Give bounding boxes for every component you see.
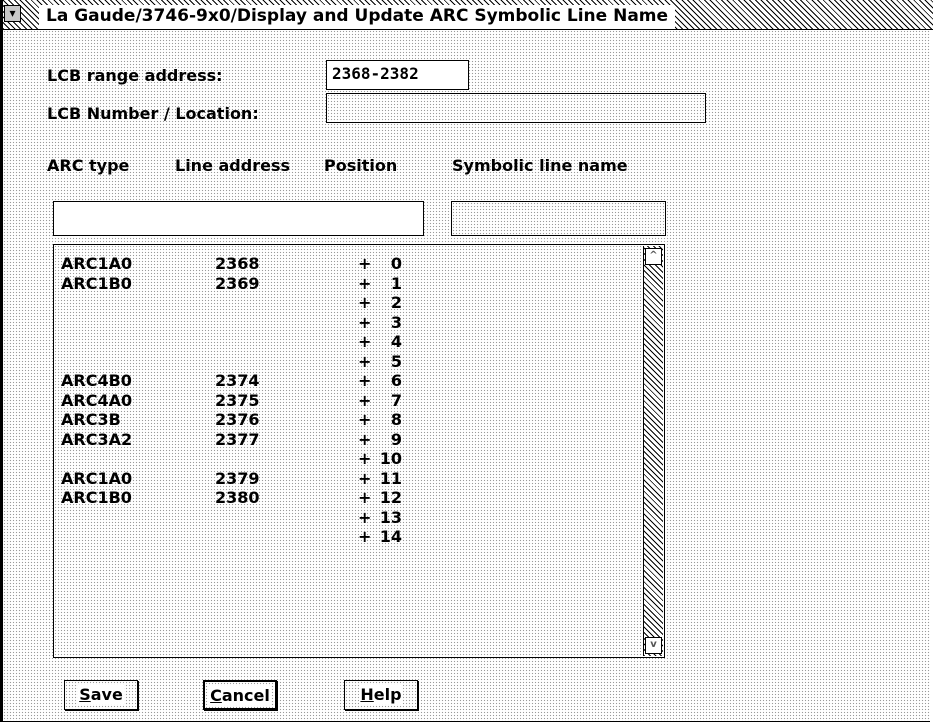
position-cell: 6 xyxy=(390,371,402,390)
line-address-cell: 2377 xyxy=(215,429,260,449)
help-button[interactable]: Help xyxy=(344,680,418,710)
scroll-up-icon[interactable]: ^ xyxy=(645,248,662,265)
column-header-symbolic-name: Symbolic line name xyxy=(452,156,628,175)
vertical-scrollbar[interactable]: ^ v xyxy=(643,246,663,656)
lcb-number-label: LCB Number / Location: xyxy=(47,104,259,123)
arc-type-cell: ARC1B0 xyxy=(61,488,132,507)
arc-type-cell: ARC1A0 xyxy=(61,468,133,488)
position-cell: 5 xyxy=(390,351,402,371)
arc-type-cell: ARC4A0 xyxy=(61,390,133,410)
position-cell: 8 xyxy=(390,410,402,429)
position-cell: 3 xyxy=(390,312,402,332)
line-address-cell: 2375 xyxy=(215,390,260,410)
scroll-down-icon[interactable]: v xyxy=(645,637,662,654)
save-button[interactable]: Save xyxy=(64,680,138,710)
line-address-cell: 2376 xyxy=(215,410,260,429)
symbolic-line-name-input[interactable] xyxy=(451,201,666,236)
arc-type-cell: ARC1B0 xyxy=(61,273,132,293)
list-item[interactable]: +13 xyxy=(57,508,637,528)
window-bottom-border xyxy=(0,721,930,722)
help-label: elp xyxy=(373,685,402,704)
list-item[interactable]: ARC1B0 2369 +1 xyxy=(57,274,637,294)
column-header-arc-type: ARC type xyxy=(47,156,130,175)
list-item[interactable]: +4 xyxy=(57,332,637,352)
list-item[interactable]: +5 xyxy=(57,352,637,372)
save-mnemonic: S xyxy=(79,685,91,704)
position-cell: 10 xyxy=(379,449,402,468)
position-cell: 2 xyxy=(390,293,402,312)
position-cell: 12 xyxy=(379,488,402,507)
column-header-line-address: Line address xyxy=(175,156,290,175)
lcb-range-field: 2368-2382 xyxy=(326,60,469,90)
position-cell: 9 xyxy=(390,429,402,449)
line-address-cell: 2374 xyxy=(215,371,260,390)
line-address-cell: 2368 xyxy=(215,254,260,273)
cancel-mnemonic: C xyxy=(210,686,222,705)
list-item[interactable]: ARC4B0 2374 +6 xyxy=(57,371,637,391)
position-cell: 14 xyxy=(379,527,402,546)
position-cell: 4 xyxy=(390,332,402,351)
title-bar[interactable]: ▾ La Gaude/3746-9x0/Display and Update A… xyxy=(3,0,933,30)
selected-line-input[interactable] xyxy=(53,201,424,236)
list-item[interactable]: ARC3A2 2377 +9 xyxy=(57,430,637,450)
lcb-range-label: LCB range address: xyxy=(47,66,223,85)
position-cell: 7 xyxy=(390,390,402,410)
system-menu-icon[interactable]: ▾ xyxy=(4,5,21,22)
save-label: ave xyxy=(90,685,123,704)
lcb-number-field[interactable] xyxy=(326,93,706,123)
list-item[interactable]: +2 xyxy=(57,293,637,313)
column-header-position: Position xyxy=(324,156,398,175)
cancel-button[interactable]: Cancel xyxy=(203,680,277,710)
list-item[interactable]: ARC1A0 2368 +0 xyxy=(57,254,637,274)
list-item[interactable]: +14 xyxy=(57,527,637,547)
line-address-cell: 2369 xyxy=(215,273,260,293)
list-item[interactable]: ARC4A0 2375 +7 xyxy=(57,391,637,411)
line-address-cell: 2380 xyxy=(215,488,260,507)
help-mnemonic: H xyxy=(360,685,374,704)
list-item[interactable]: ARC3B 2376 +8 xyxy=(57,410,637,430)
list-item[interactable]: +10 xyxy=(57,449,637,469)
position-cell: 11 xyxy=(379,468,402,488)
position-cell: 13 xyxy=(379,507,402,527)
arc-type-cell: ARC4B0 xyxy=(61,371,132,390)
position-cell: 0 xyxy=(390,254,402,273)
arc-type-cell: ARC3A2 xyxy=(61,429,133,449)
list-item[interactable]: ARC1A0 2379 +11 xyxy=(57,469,637,489)
list-item[interactable]: +3 xyxy=(57,313,637,333)
list-item[interactable]: ARC1B0 2380 +12 xyxy=(57,488,637,508)
line-list[interactable]: ARC1A0 2368 +0 ARC1B0 2369 +1 +2 +3 +4 +5 ARC4B0 23… xyxy=(53,244,665,658)
arc-type-cell: ARC3B xyxy=(61,410,121,429)
window-title: La Gaude/3746-9x0/Display and Update ARC… xyxy=(39,5,676,29)
cancel-label: ancel xyxy=(221,686,270,705)
arc-type-cell: ARC1A0 xyxy=(61,254,133,273)
line-address-cell: 2379 xyxy=(215,468,260,488)
line-list-rows: ARC1A0 2368 +0 ARC1B0 2369 +1 +2 +3 +4 +5 ARC4B0 23… xyxy=(57,254,637,547)
position-cell: 1 xyxy=(390,273,402,293)
